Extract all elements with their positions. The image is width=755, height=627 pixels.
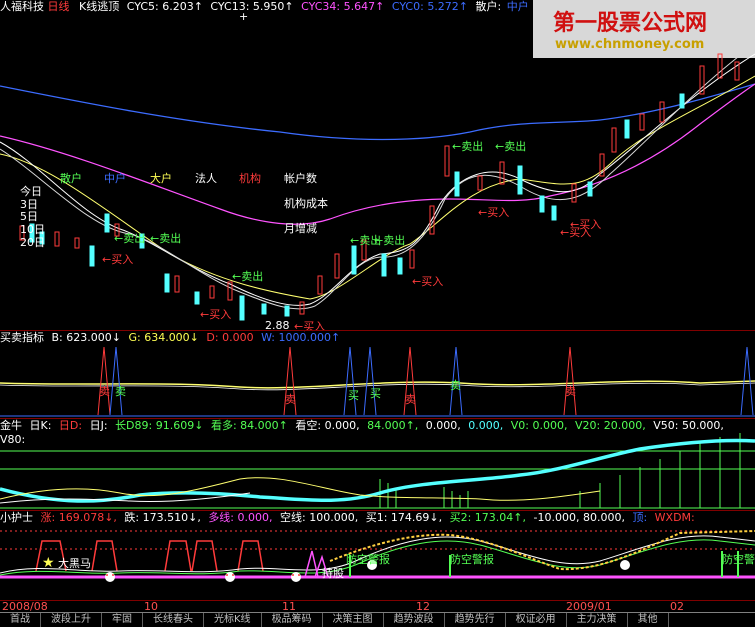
legend-zhanghu: 帐户数 [284, 172, 317, 185]
main-header: 人福科技 日线 K线逃顶 CYC5: 6.203↑ CYC13: 5.950↑ … [0, 0, 529, 14]
buy-signal: ←买入 [412, 275, 444, 288]
fangkong-label-3: 防空警 [722, 553, 755, 566]
ma-mid-line [0, 83, 755, 225]
tab-shouzhan[interactable]: 首战 [0, 613, 41, 627]
legend-jigou-cost: 机构成本 [284, 197, 328, 210]
legend-dahu: 大户 [150, 172, 172, 185]
maimai-sell-red: 卖 [405, 393, 416, 406]
jinniu-panel[interactable]: 金牛 日K: 日D: 日J: 长D89: 91.609↓ 看多: 84.000↑… [0, 418, 755, 511]
tab-qita[interactable]: 其他 [628, 613, 669, 627]
formula-tab-bar: 首战 波段上升 牢固 长线春头 光标K线 极品筹码 决策主图 趋势波段 趋势先行… [0, 612, 755, 627]
tab-jipin-chouma[interactable]: 极品筹码 [262, 613, 323, 627]
tab-quanzheng[interactable]: 权证必用 [506, 613, 567, 627]
legend-yue-zengjian: 月增减 [284, 222, 317, 235]
sell-signal: ←卖出 [452, 140, 484, 153]
buy-signal: ←买入 [560, 226, 592, 239]
period-label: 日线 [47, 0, 70, 13]
ma-cyc13: CYC13: 5.950↑ [210, 0, 294, 13]
tab-zhuli-juece[interactable]: 主力决策 [567, 613, 628, 627]
jiezhu-label: 持股 [322, 567, 344, 580]
ma-long-line [0, 83, 755, 141]
buy-signal: ←买入 [102, 253, 134, 266]
legend-sanhu: 散户 [60, 172, 82, 185]
maimai-sell: 卖 [450, 379, 461, 392]
maimai-buy: 买 [370, 387, 381, 400]
jinniu-chart [0, 433, 755, 509]
maimai-buy: 买 [348, 389, 359, 402]
tab-laogu[interactable]: 牢固 [102, 613, 143, 627]
candles [19, 53, 740, 321]
sell-signal: ←卖出 [232, 270, 264, 283]
tab-qushi-xianxing[interactable]: 趋势先行 [445, 613, 506, 627]
maimai-sell-red: 卖 [99, 385, 110, 398]
maimai-sell: 卖 [115, 385, 126, 398]
ma-cyc34: CYC34: 5.647↑ [301, 0, 385, 13]
fangkong-label: 防空警报 [346, 553, 390, 566]
sell-signal: ←卖出 [374, 234, 406, 247]
tab-changxian[interactable]: 长线春头 [143, 613, 204, 627]
dahema-icon: ★ [42, 555, 55, 571]
legend-faren: 法人 [195, 172, 217, 185]
ma-sanhu: 散户: [475, 0, 502, 13]
indicator-title: K线逃顶 [79, 0, 120, 13]
ma-cyc0: CYC0: 5.272↑ [391, 0, 469, 13]
maimai-sell-red: 卖 [285, 393, 296, 406]
buy-signal: ←买入 [200, 308, 232, 321]
ma-zhonghu: 中户 [506, 0, 529, 13]
tab-boduan-shangsheng[interactable]: 波段上升 [41, 613, 102, 627]
tab-qushi-boduan[interactable]: 趋势波段 [384, 613, 445, 627]
tab-guangbiao[interactable]: 光标K线 [204, 613, 262, 627]
huzhu-panel[interactable]: 小护士 涨: 169.078↓, 跌: 173.510↓, 多线: 0.000,… [0, 510, 755, 601]
legend-zhonghu: 中户 [104, 172, 126, 185]
tab-juece-zhutu[interactable]: 决策主图 [323, 613, 384, 627]
sell-signal: ←卖出 [495, 140, 527, 153]
stock-name: 人福科技 [0, 0, 44, 13]
dahema-label: 大黑马 [58, 557, 91, 570]
legend-jigou: 机构 [239, 172, 261, 185]
maimai-chart [0, 346, 755, 417]
buy-signal: ←买入 [478, 206, 510, 219]
period-20d: 20日 [20, 236, 45, 249]
fangkong-label-2: 防空警报 [450, 553, 494, 566]
sell-signal: ←卖出 [114, 232, 146, 245]
maimai-sell-red: 卖 [565, 385, 576, 398]
ma-cyc5: CYC5: 6.203↑ [126, 0, 203, 13]
maimai-panel[interactable]: 买卖指标 B: 623.000↓ G: 634.000↓ D: 0.000 W:… [0, 330, 755, 417]
sell-signal: ←卖出 [150, 232, 182, 245]
